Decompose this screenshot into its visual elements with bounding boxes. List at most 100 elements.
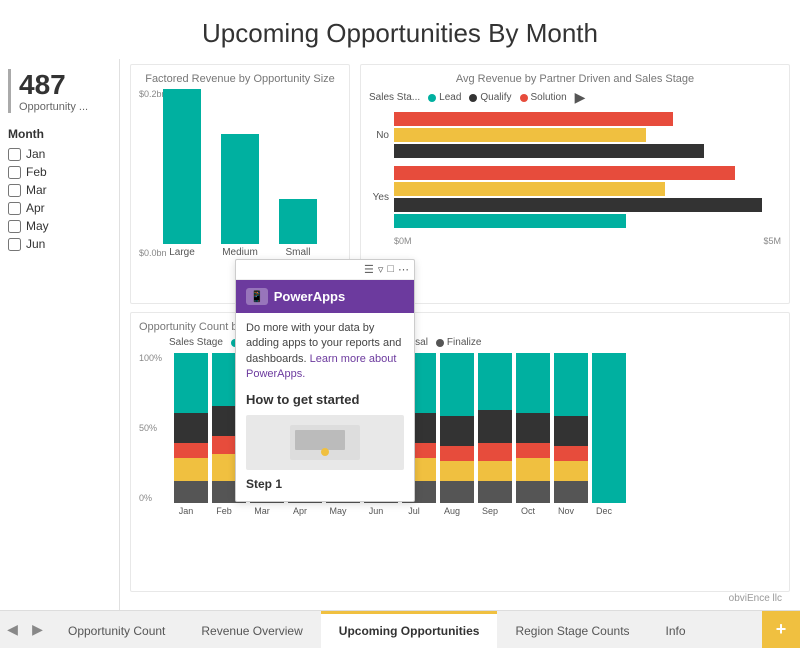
legend-expand-icon[interactable]: ▶ [575,89,586,106]
legend-sales-stage: Sales Sta... [369,92,420,103]
month-label-Feb: Feb [207,506,241,516]
month-label-Mar: Mar [245,506,279,516]
step-image-svg [285,420,365,465]
month-label-Dec: Dec [587,506,621,516]
bar-large [163,89,201,244]
menu-icon[interactable]: ☰ [364,263,374,276]
filter-item-may[interactable]: May [8,219,111,233]
powerapps-popup: ☰ ▿ □ ⋯ 📱 PowerApps Do more with your da… [235,259,415,502]
bar-small [279,199,317,244]
powerapps-title: PowerApps [274,289,346,304]
seg-lead [478,353,512,410]
filter-icon[interactable]: ▿ [378,263,384,276]
filter-scroll[interactable]: Jan Feb Mar Apr May Jun [8,147,111,255]
tab-upcoming-opportunities[interactable]: Upcoming Opportunities [321,611,498,648]
seg-qualify [174,413,208,443]
tab-bar: ◀ ▶ Opportunity Count Revenue Overview U… [0,610,800,648]
bar-label-small: Small [285,247,310,258]
x-axis-labels: $0M $5M [369,236,781,246]
charts-area: Factored Revenue by Opportunity Size $0.… [120,59,800,610]
filter-item-apr[interactable]: Apr [8,201,111,215]
bar-yes-proposal [394,182,665,196]
kpi-box: 487 Opportunity ... [8,69,111,113]
y-axis-stacked: 100% 50% 0% [139,353,167,503]
popup-toolbar: ☰ ▿ □ ⋯ [236,260,414,280]
filter-item-feb[interactable]: Feb [8,165,111,179]
legend-finalize: Finalize [436,337,481,348]
seg-solution [516,443,550,458]
seg-finalize [554,481,588,504]
tab-info[interactable]: Info [648,611,704,648]
bar-no-lead [394,144,704,158]
seg-proposal [440,461,474,481]
branding: obviEnce llc [130,592,790,605]
x-label-5m: $5M [763,236,781,246]
filter-label: Month [8,127,111,141]
seg-lead [592,353,626,503]
seg-finalize [440,481,474,504]
seg-proposal [554,461,588,481]
seg-solution [440,446,474,461]
seg-qualify [554,416,588,446]
bar-no-solution [394,112,673,126]
stacked-bar-Jan [174,353,208,503]
y-val-50: 50% [139,423,167,433]
h-bar-section: No Yes [369,112,781,228]
seg-solution [554,446,588,461]
month-label-Apr: Apr [283,506,317,516]
x-label-0: $0M [394,236,412,246]
tab-revenue-overview[interactable]: Revenue Overview [183,611,320,648]
month-label-Jun: Jun [359,506,393,516]
expand-icon[interactable]: □ [387,263,394,276]
tab-next-button[interactable]: ▶ [25,611,50,648]
bar-yes-qualify [394,198,762,212]
bar-group-small: Small [279,199,317,258]
avg-revenue-title: Avg Revenue by Partner Driven and Sales … [369,73,781,85]
factored-revenue-title: Factored Revenue by Opportunity Size [139,73,341,85]
bar-chart-container: $0.2bn $0.0bn Large Medium [139,89,341,269]
seg-lead [174,353,208,413]
seg-qualify [516,413,550,443]
seg-solution [478,443,512,461]
y-val-0: 0% [139,493,167,503]
bar-yes-solution [394,166,735,180]
stacked-bar-Aug [440,353,474,503]
content-area: 487 Opportunity ... Month Jan Feb Mar Ap… [0,59,800,610]
tab-add-button[interactable]: + [762,611,800,648]
tab-region-stage-counts[interactable]: Region Stage Counts [497,611,647,648]
month-label-Nov: Nov [549,506,583,516]
stacked-bar-Oct [516,353,550,503]
filter-item-jun[interactable]: Jun [8,237,111,251]
seg-finalize [516,481,550,504]
popup-step-title: How to get started [246,391,404,409]
popup-step-label: Step 1 [246,476,404,493]
legend-qualify: Qualify [469,92,511,103]
h-bar-row-yes: Yes [369,166,781,228]
tab-opportunity-count[interactable]: Opportunity Count [50,611,183,648]
bar-label-large: Large [169,247,195,258]
row-label-no: No [369,130,389,141]
month-label-Jul: Jul [397,506,431,516]
h-bar-row-no: No [369,112,781,158]
stacked-bar-Nov [554,353,588,503]
seg-proposal [174,458,208,481]
h-bar-chart: Sales Sta... Lead Qualify Solution ▶ No [369,89,781,269]
legend-solution: Solution [520,92,567,103]
kpi-label: Opportunity ... [19,101,111,113]
month-label-Oct: Oct [511,506,545,516]
top-charts: Factored Revenue by Opportunity Size $0.… [130,64,790,304]
filter-item-mar[interactable]: Mar [8,183,111,197]
popup-body: Do more with your data by adding apps to… [236,313,414,501]
y-val-100: 100% [139,353,167,363]
seg-proposal [516,458,550,481]
more-icon[interactable]: ⋯ [398,263,409,276]
stacked-bar-Sep [478,353,512,503]
bar-medium [221,134,259,244]
popup-header: 📱 PowerApps [236,280,414,313]
main-container: Upcoming Opportunities By Month 487 Oppo… [0,0,800,648]
filter-item-jan[interactable]: Jan [8,147,111,161]
powerapps-icon: 📱 [246,288,268,305]
tab-prev-button[interactable]: ◀ [0,611,25,648]
bar-group-yes [394,166,781,228]
page-title: Upcoming Opportunities By Month [0,0,800,59]
